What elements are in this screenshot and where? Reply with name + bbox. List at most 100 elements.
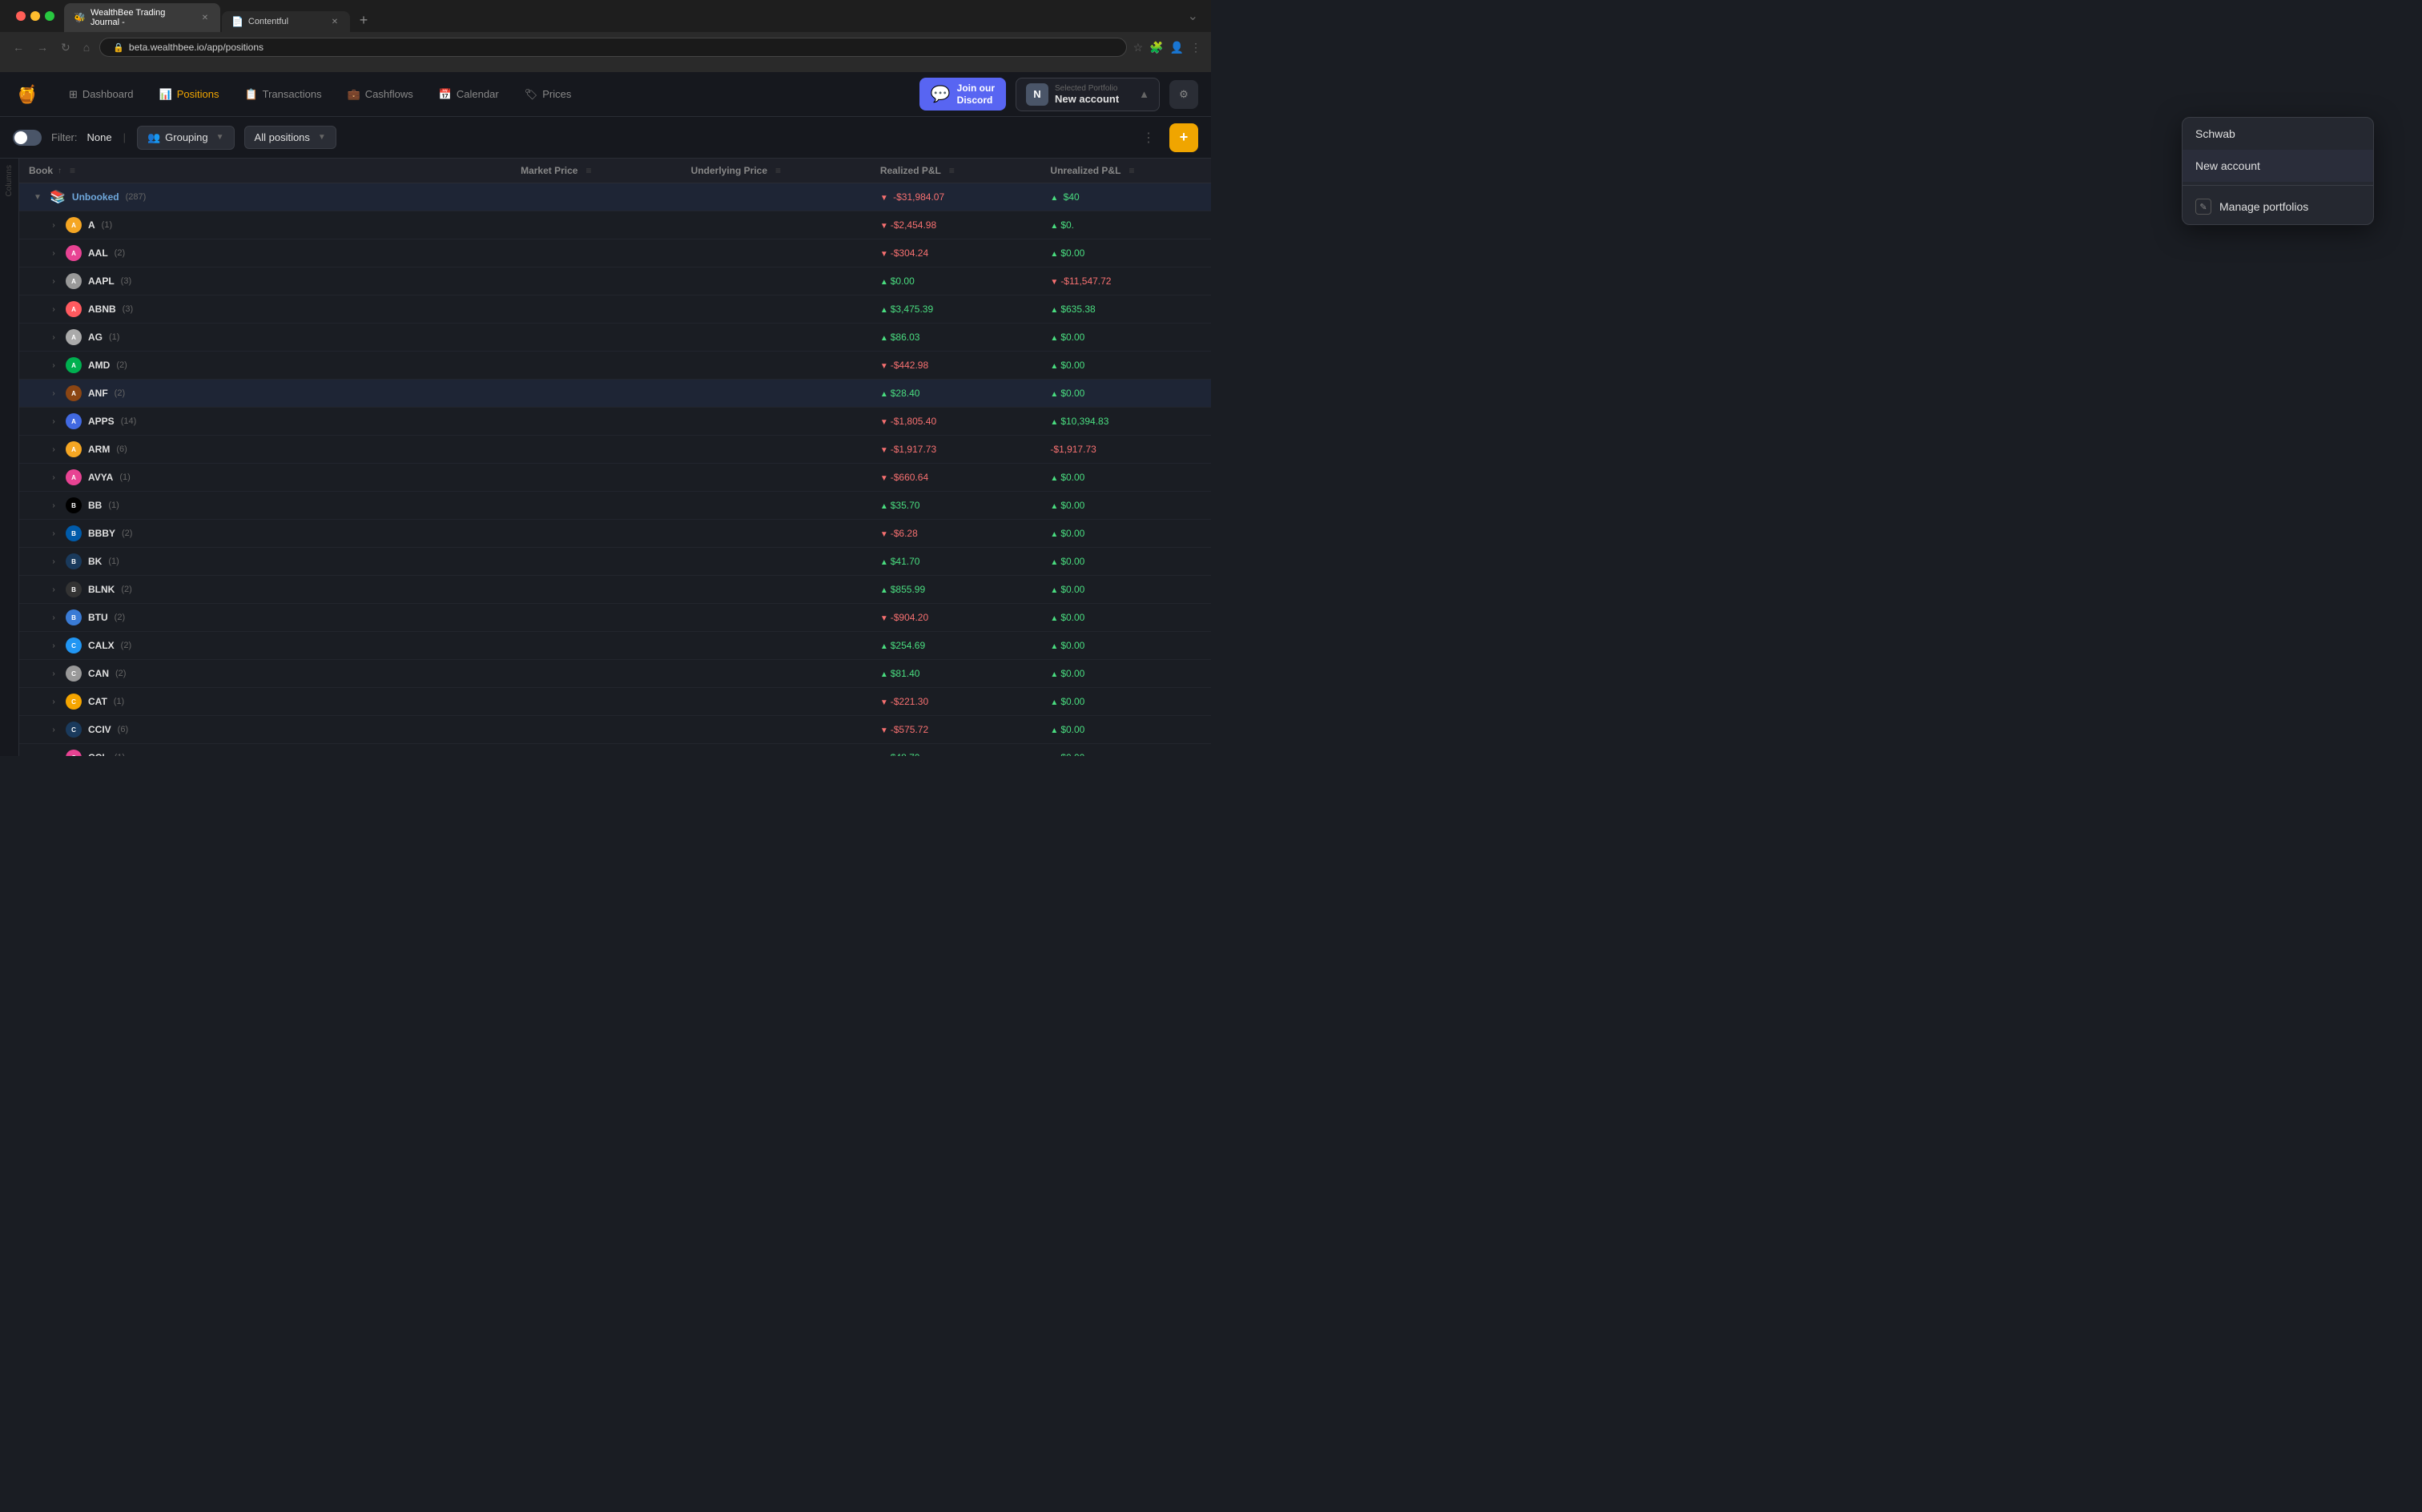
- market-price-col-menu-icon[interactable]: ≡: [585, 165, 591, 176]
- book-col-menu-icon[interactable]: ≡: [70, 165, 75, 176]
- table-row[interactable]: › A ANF (2) ▲$28.40 ▲$0.00: [19, 380, 1211, 408]
- table-row[interactable]: › A AG (1) ▲$86.03 ▲$0.00: [19, 324, 1211, 352]
- row-expand-btn[interactable]: ›: [48, 444, 59, 455]
- row-expand-btn[interactable]: ›: [48, 304, 59, 315]
- row-realized-pl: $254.69: [891, 640, 925, 651]
- positions-table-wrapper[interactable]: Book ↑ ≡ Market Price ≡ Underlying: [19, 159, 1211, 756]
- table-row[interactable]: › A ARM (6) ▼-$1,917.73 -$1,917.73: [19, 436, 1211, 464]
- row-expand-btn[interactable]: ›: [48, 752, 59, 756]
- row-expand-btn[interactable]: ›: [48, 275, 59, 287]
- portfolio-selector[interactable]: N Selected Portfolio New account ▲: [1016, 78, 1160, 111]
- tab-close-wealthbee[interactable]: ✕: [199, 12, 211, 23]
- tab-overflow-icon[interactable]: ⌄: [1181, 8, 1205, 24]
- forward-button[interactable]: →: [34, 38, 51, 57]
- nav-dashboard[interactable]: ⊞ Dashboard: [58, 83, 145, 106]
- nav-calendar[interactable]: 📅 Calendar: [428, 83, 510, 106]
- group-expand-btn[interactable]: ▼: [32, 191, 43, 203]
- table-row[interactable]: › A AMD (2) ▼-$442.98 ▲$0.00: [19, 352, 1211, 380]
- nav-cashflows[interactable]: 💼 Cashflows: [336, 83, 424, 106]
- table-row[interactable]: › C CCIV (6) ▼-$575.72 ▲$0.00: [19, 716, 1211, 744]
- main-content: Columns Book ↑ ≡ Market Price: [0, 159, 1211, 756]
- table-row[interactable]: › A AAL (2) ▼-$304.24 ▲$0.00: [19, 239, 1211, 267]
- tab-wealthbee[interactable]: 🐝 WealthBee Trading Journal - ✕: [64, 3, 220, 32]
- table-row[interactable]: › C CALX (2) ▲$254.69 ▲$0.00: [19, 632, 1211, 660]
- row-symbol: AAL: [88, 247, 108, 259]
- address-bar[interactable]: 🔒 beta.wealthbee.io/app/positions: [99, 38, 1126, 57]
- filter-toggle[interactable]: [13, 130, 42, 146]
- maximize-button[interactable]: [45, 11, 54, 21]
- table-row[interactable]: › C CCL (1) ▲$48.70 ▲$0.00: [19, 744, 1211, 757]
- add-position-button[interactable]: +: [1169, 123, 1198, 152]
- tab-contentful[interactable]: 📄 Contentful ✕: [222, 11, 350, 32]
- user-icon[interactable]: 👤: [1170, 41, 1184, 54]
- table-row[interactable]: › B BBBY (2) ▼-$6.28 ▲$0.00: [19, 520, 1211, 548]
- row-expand-btn[interactable]: ›: [48, 724, 59, 735]
- table-row[interactable]: › B BLNK (2) ▲$855.99 ▲$0.00: [19, 576, 1211, 604]
- columns-side-label[interactable]: Columns: [5, 165, 14, 212]
- table-row[interactable]: › A AAPL (3) ▲$0.00 ▼-$11,547.72: [19, 267, 1211, 296]
- table-row[interactable]: › C CAT (1) ▼-$221.30 ▲$0.00: [19, 688, 1211, 716]
- menu-icon[interactable]: ⋮: [1190, 41, 1201, 54]
- row-expand-btn[interactable]: ›: [48, 219, 59, 231]
- positions-chevron-icon: ▼: [318, 133, 326, 142]
- dropdown-manage-portfolios[interactable]: ✎ Manage portfolios: [2183, 189, 2373, 224]
- tab-close-contentful[interactable]: ✕: [329, 16, 340, 27]
- table-row[interactable]: › B BB (1) ▲$35.70 ▲$0.00: [19, 492, 1211, 520]
- back-button[interactable]: ←: [10, 38, 27, 57]
- minimize-button[interactable]: [30, 11, 40, 21]
- table-row[interactable]: › C CAN (2) ▲$81.40 ▲$0.00: [19, 660, 1211, 688]
- table-row[interactable]: › B BTU (2) ▼-$904.20 ▲$0.00: [19, 604, 1211, 632]
- columns-button[interactable]: ⋮: [1134, 123, 1163, 152]
- row-expand-btn[interactable]: ›: [48, 696, 59, 707]
- row-expand-btn[interactable]: ›: [48, 556, 59, 567]
- toggle-switch[interactable]: [13, 130, 42, 146]
- group-realized-pl: -$31,984.07: [893, 191, 944, 203]
- underlying-price-col-menu-icon[interactable]: ≡: [775, 165, 781, 176]
- manage-icon: ✎: [2195, 199, 2211, 215]
- row-expand-btn[interactable]: ›: [48, 584, 59, 595]
- row-expand-btn[interactable]: ›: [48, 500, 59, 511]
- row-symbol: AMD: [88, 360, 110, 371]
- extensions-icon[interactable]: 🧩: [1149, 41, 1163, 54]
- row-count: (1): [114, 697, 124, 706]
- new-tab-button[interactable]: +: [352, 8, 376, 32]
- dropdown-item-new-account[interactable]: New account: [2183, 150, 2373, 182]
- book-sort-icon[interactable]: ↑: [58, 167, 62, 175]
- row-realized-pl: $28.40: [891, 388, 920, 399]
- close-button[interactable]: [16, 11, 26, 21]
- row-count: (2): [122, 529, 132, 538]
- bookmark-icon[interactable]: ☆: [1133, 41, 1144, 54]
- row-expand-btn[interactable]: ›: [48, 247, 59, 259]
- dropdown-item-schwab[interactable]: Schwab: [2183, 118, 2373, 150]
- settings-button[interactable]: ⚙: [1169, 80, 1198, 109]
- row-expand-btn[interactable]: ›: [48, 360, 59, 371]
- group-row-unbooked[interactable]: ▼ 📚 Unbooked (287) ▼ -$31,984.07 ▲ $40: [19, 183, 1211, 211]
- row-expand-btn[interactable]: ›: [48, 472, 59, 483]
- nav-prices[interactable]: 🏷 Prices: [513, 83, 583, 106]
- row-expand-btn[interactable]: ›: [48, 612, 59, 623]
- row-expand-btn[interactable]: ›: [48, 388, 59, 399]
- row-expand-btn[interactable]: ›: [48, 640, 59, 651]
- unrealized-pl-col-menu-icon[interactable]: ≡: [1129, 165, 1134, 176]
- row-expand-btn[interactable]: ›: [48, 416, 59, 427]
- grouping-dropdown[interactable]: 👥 Grouping ▼: [137, 126, 235, 150]
- columns-icon: ⋮: [1142, 130, 1155, 146]
- table-row[interactable]: › B BK (1) ▲$41.70 ▲$0.00: [19, 548, 1211, 576]
- row-expand-btn[interactable]: ›: [48, 528, 59, 539]
- group-icon: 📚: [50, 189, 66, 205]
- row-expand-btn[interactable]: ›: [48, 668, 59, 679]
- nav-positions[interactable]: 📊 Positions: [148, 83, 231, 106]
- reload-button[interactable]: ↻: [58, 38, 74, 58]
- group-count: (287): [126, 192, 147, 202]
- realized-pl-col-menu-icon[interactable]: ≡: [949, 165, 955, 176]
- table-row[interactable]: › A ABNB (3) ▲$3,475.39 ▲$635.38: [19, 296, 1211, 324]
- discord-button[interactable]: 💬 Join our Discord: [919, 78, 1006, 111]
- table-row[interactable]: › A AVYA (1) ▼-$660.64 ▲$0.00: [19, 464, 1211, 492]
- row-symbol: CAT: [88, 696, 107, 707]
- row-expand-btn[interactable]: ›: [48, 332, 59, 343]
- home-button[interactable]: ⌂: [80, 38, 93, 57]
- table-row[interactable]: › A APPS (14) ▼-$1,805.40 ▲$10,394.83: [19, 408, 1211, 436]
- nav-transactions[interactable]: 📋 Transactions: [233, 83, 332, 106]
- table-row[interactable]: › A A (1) ▼-$2,454.98 ▲$0.: [19, 211, 1211, 239]
- positions-dropdown[interactable]: All positions ▼: [244, 126, 336, 149]
